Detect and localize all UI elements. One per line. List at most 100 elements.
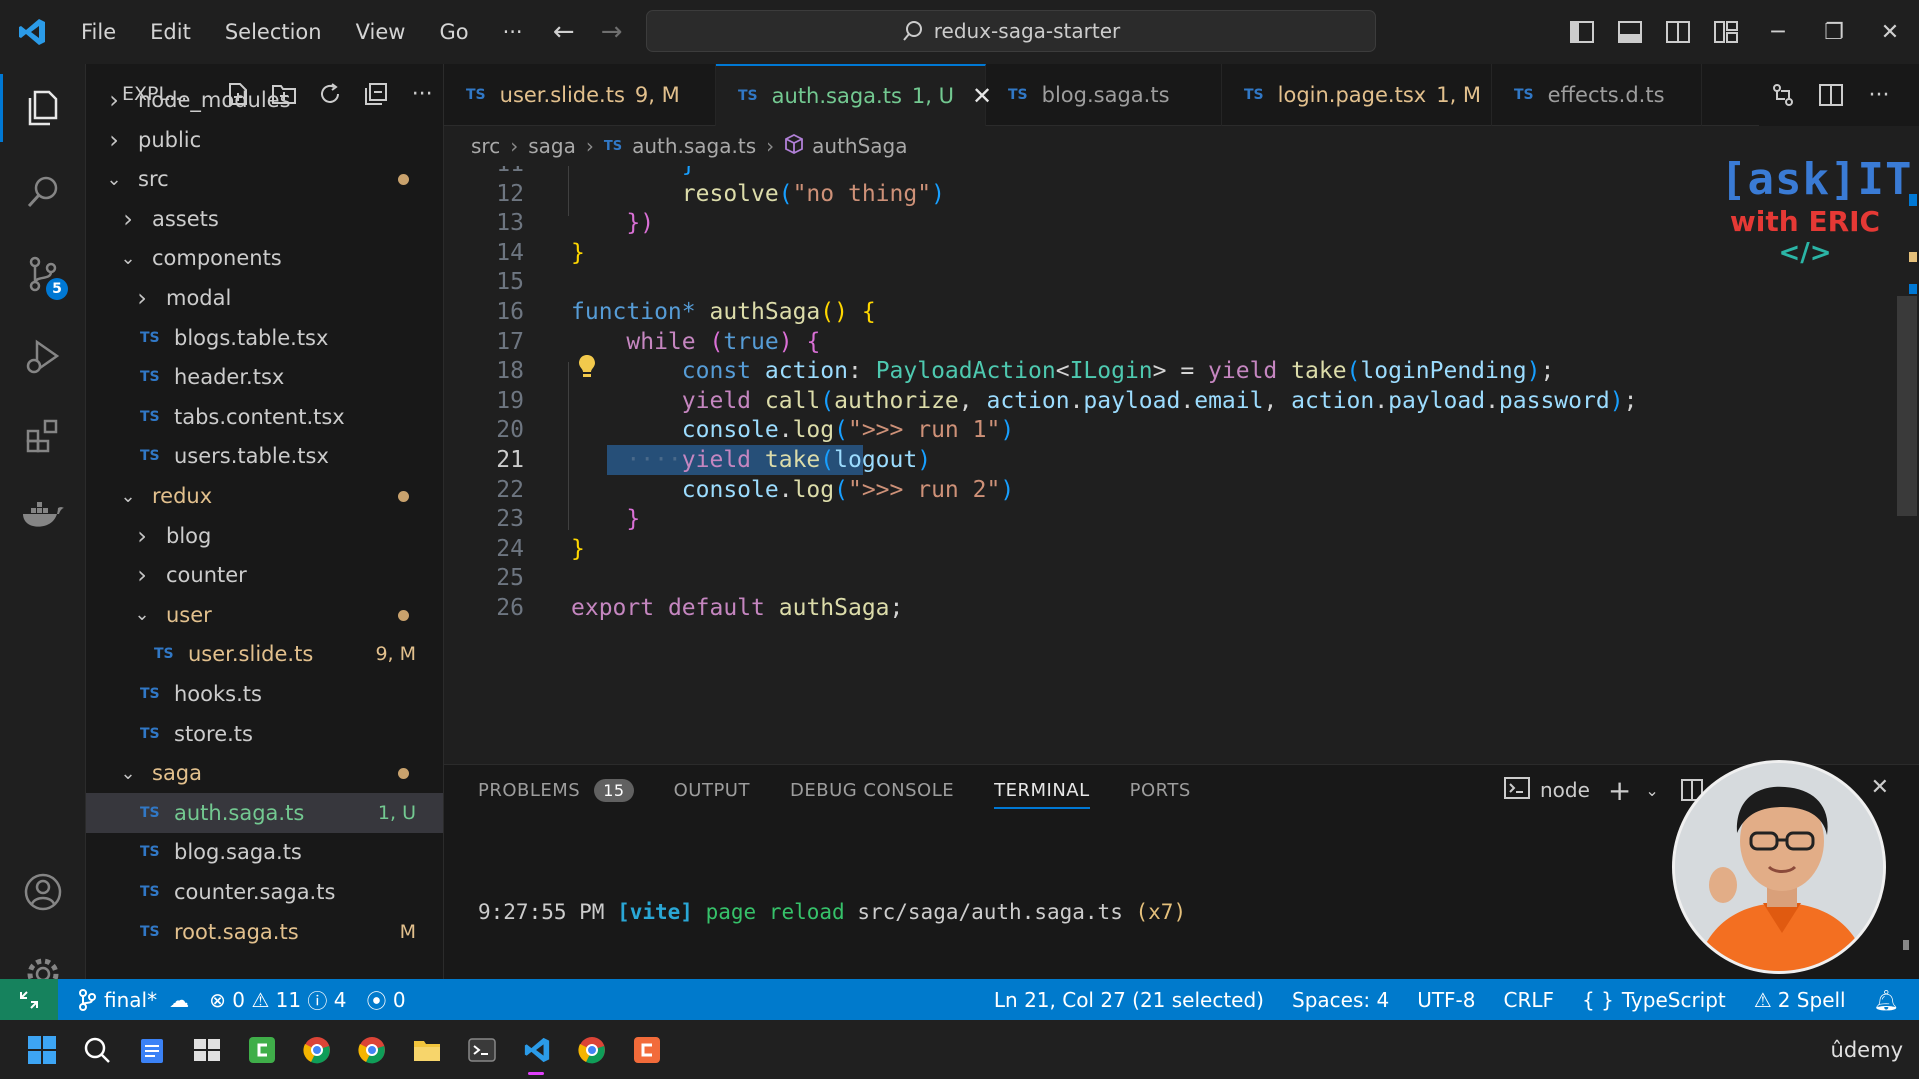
chevron-down-icon[interactable]: ⌄ [118, 248, 138, 269]
taskbar-search-icon[interactable] [69, 1020, 124, 1079]
window-close-icon[interactable]: ✕ [1862, 0, 1918, 64]
tree-folder[interactable]: ⌄ components [86, 238, 443, 278]
encoding[interactable]: UTF-8 [1417, 988, 1475, 1012]
breadcrumb-item[interactable]: authSaga [812, 134, 907, 158]
remote-indicator-icon[interactable] [0, 979, 58, 1020]
tab-user-slide[interactable]: TS user.slide.ts 9, M [444, 64, 716, 126]
tree-file[interactable]: TS counter.saga.ts [86, 872, 443, 912]
chrome-icon[interactable] [344, 1020, 399, 1079]
tree-file[interactable]: TS root.saga.ts M [86, 912, 443, 952]
new-terminal-plus-icon[interactable]: + [1608, 774, 1631, 807]
camtasia-icon[interactable] [234, 1020, 289, 1079]
restore-icon[interactable]: ❐ [1806, 0, 1862, 64]
tree-file[interactable]: TS header.tsx [86, 357, 443, 397]
tab-login-page[interactable]: TS login.page.tsx 1, M [1222, 64, 1492, 126]
spell-check[interactable]: ⚠ 2 Spell [1754, 988, 1846, 1012]
run-debug-icon[interactable] [0, 316, 86, 396]
toggle-secondary-sidebar-icon[interactable] [1654, 0, 1702, 64]
recorder-app-icon[interactable] [619, 1020, 674, 1079]
back-arrow-icon[interactable]: ← [540, 17, 588, 47]
menu-selection[interactable]: Selection [208, 0, 339, 64]
minimize-icon[interactable]: ─ [1750, 0, 1806, 64]
tree-folder[interactable]: ⌄ saga [86, 753, 443, 793]
tree-file[interactable]: TS hooks.ts [86, 674, 443, 714]
indentation[interactable]: Spaces: 4 [1292, 988, 1389, 1012]
chrome-icon[interactable] [564, 1020, 619, 1079]
breadcrumb-item[interactable]: auth.saga.ts [632, 134, 756, 158]
chevron-right-icon[interactable]: › [132, 561, 152, 589]
command-center-search[interactable]: redux-saga-starter [646, 10, 1376, 52]
tab-output[interactable]: OUTPUT [674, 765, 750, 815]
breadcrumb-item[interactable]: src [471, 134, 500, 158]
tree-folder[interactable]: › node_modules [86, 80, 443, 120]
tab-auth-saga[interactable]: TS auth.saga.ts 1, U ✕ [716, 64, 992, 126]
file-explorer-icon[interactable] [399, 1020, 454, 1079]
chevron-right-icon[interactable]: › [132, 284, 152, 312]
tree-file[interactable]: TS store.ts [86, 714, 443, 754]
tree-file[interactable]: TS users.table.tsx [86, 436, 443, 476]
cursor-position[interactable]: Ln 21, Col 27 (21 selected) [994, 988, 1264, 1012]
tab-ports[interactable]: PORTS [1130, 765, 1191, 815]
editor-scrollbar[interactable] [1893, 166, 1919, 764]
menu-go[interactable]: Go [422, 0, 485, 64]
chevron-down-icon[interactable]: ⌄ [104, 169, 124, 190]
tab-effects-d[interactable]: TS effects.d.ts [1492, 64, 1702, 126]
tree-folder[interactable]: › assets [86, 199, 443, 239]
chevron-down-icon[interactable]: ⌄ [118, 486, 138, 507]
tree-file[interactable]: TS user.slide.ts 9, M [86, 634, 443, 674]
source-control-icon[interactable]: 5 [0, 234, 86, 314]
tab-problems[interactable]: PROBLEMS 15 [478, 765, 634, 815]
editor-more-icon[interactable]: ··· [1855, 83, 1903, 108]
tree-folder[interactable]: › blog [86, 516, 443, 556]
chevron-down-icon[interactable]: ⌄ [1645, 781, 1658, 800]
sync-cloud-icon[interactable]: ☁ [169, 988, 189, 1012]
search-view-icon[interactable] [0, 152, 86, 232]
accounts-icon[interactable] [0, 852, 86, 932]
menu-view[interactable]: View [339, 0, 423, 64]
chevron-right-icon[interactable]: › [104, 126, 124, 154]
git-branch[interactable]: final* ☁ [78, 988, 189, 1012]
tab-terminal[interactable]: TERMINAL [994, 765, 1090, 815]
split-editor-icon[interactable] [1807, 84, 1855, 106]
docker-icon[interactable] [0, 474, 86, 554]
code-editor[interactable]: 11 }12 resolve("no thing")13 })14}1516fu… [444, 166, 1919, 764]
breadcrumb-item[interactable]: saga [528, 134, 576, 158]
scrollbar-thumb[interactable] [1897, 296, 1917, 516]
ports-forwarded[interactable]: ⦿ 0 [367, 985, 406, 1014]
tree-folder[interactable]: › counter [86, 555, 443, 595]
chevron-down-icon[interactable]: ⌄ [132, 604, 152, 625]
extensions-icon[interactable] [0, 396, 86, 476]
language-mode[interactable]: { } TypeScript [1582, 988, 1726, 1012]
chevron-right-icon[interactable]: › [132, 522, 152, 550]
windows-start-icon[interactable] [14, 1020, 69, 1079]
tree-folder[interactable]: › public [86, 120, 443, 160]
notepad-icon[interactable] [124, 1020, 179, 1079]
tree-file[interactable]: TS tabs.content.tsx [86, 397, 443, 437]
tab-blog-saga[interactable]: TS blog.saga.ts [986, 64, 1222, 126]
terminal-name[interactable]: node [1540, 778, 1590, 802]
vscode-taskbar-icon[interactable] [509, 1020, 564, 1079]
chevron-right-icon[interactable]: › [104, 86, 124, 114]
terminal-app-icon[interactable] [454, 1020, 509, 1079]
tree-file[interactable]: TS auth.saga.ts 1, U [86, 792, 443, 833]
tree-folder[interactable]: ⌄ user [86, 595, 443, 635]
customize-layout-icon[interactable] [1702, 0, 1750, 64]
menu-file[interactable]: File [64, 0, 133, 64]
end-of-line[interactable]: CRLF [1504, 988, 1555, 1012]
chevron-right-icon[interactable]: › [118, 205, 138, 233]
notifications-bell-icon[interactable]: 🔔︎ [1874, 988, 1899, 1012]
menu-edit[interactable]: Edit [133, 0, 208, 64]
chrome-icon[interactable] [289, 1020, 344, 1079]
tree-folder[interactable]: ⌄ redux [86, 476, 443, 516]
chevron-down-icon[interactable]: ⌄ [118, 763, 138, 784]
tab-debug-console[interactable]: DEBUG CONSOLE [790, 765, 954, 815]
tree-folder[interactable]: ⌄ src [86, 159, 443, 199]
problems-summary[interactable]: ⊗ 0 ⚠ 11 ⓘ 4 [209, 985, 346, 1014]
menu-more[interactable]: ··· [486, 0, 540, 64]
tree-file[interactable]: TS blogs.table.tsx [86, 318, 443, 358]
tree-file[interactable]: TS blog.saga.ts [86, 832, 443, 872]
tree-folder[interactable]: › modal [86, 278, 443, 318]
compare-changes-icon[interactable] [1759, 83, 1807, 107]
forward-arrow-icon[interactable]: → [588, 17, 636, 47]
task-view-icon[interactable] [179, 1020, 234, 1079]
